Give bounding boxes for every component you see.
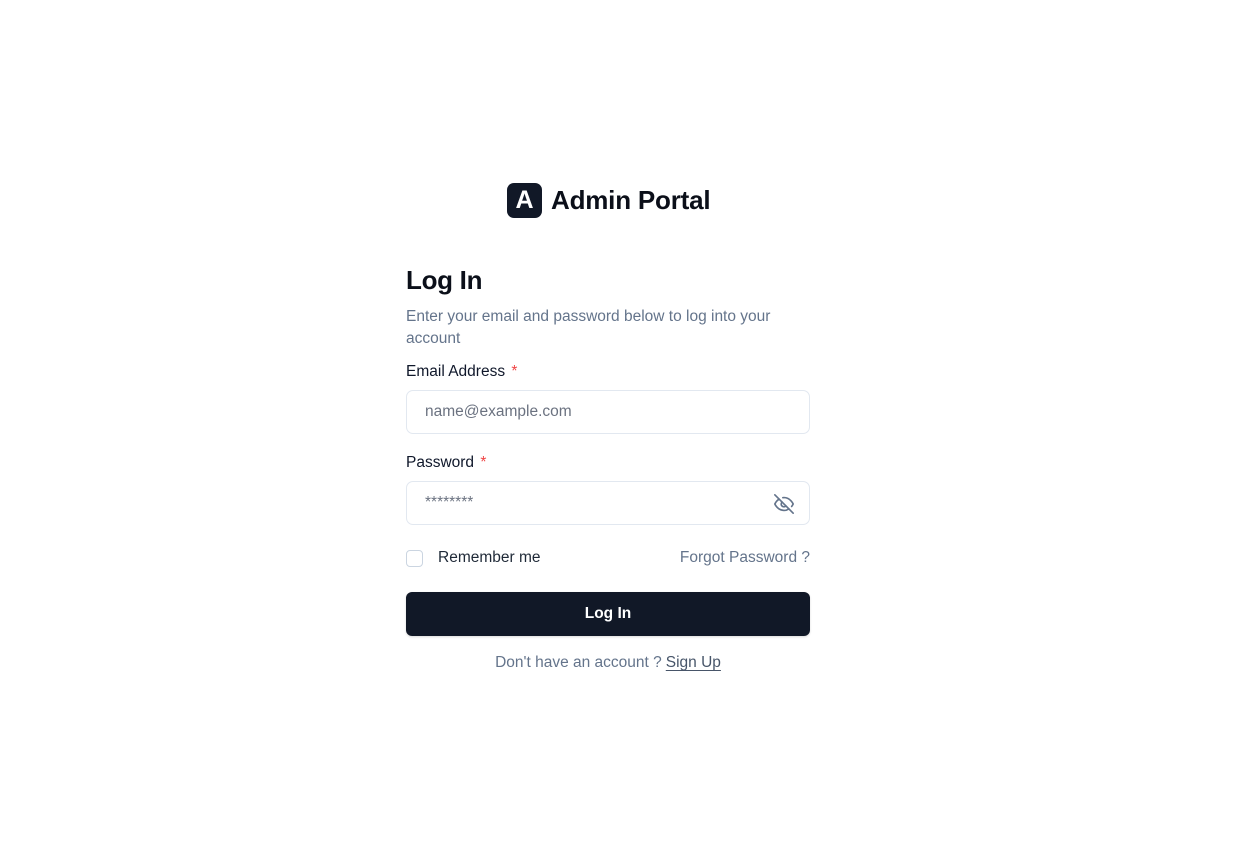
signup-prompt: Don't have an account ?: [495, 654, 662, 671]
email-label-text: Email Address: [406, 363, 506, 380]
email-required-mark: *: [511, 363, 518, 380]
login-button[interactable]: Log In: [406, 592, 810, 636]
forgot-password-link[interactable]: Forgot Password ?: [680, 549, 810, 567]
remember-me-label: Remember me: [438, 549, 541, 566]
page-title: Log In: [406, 265, 483, 295]
password-label-text: Password: [406, 454, 475, 471]
login-form: Log In Enter your email and password bel…: [406, 262, 810, 672]
password-label: Password *: [406, 453, 810, 473]
email-field[interactable]: [407, 391, 809, 433]
password-field-wrapper: [406, 481, 810, 525]
remember-me-checkbox[interactable]: [406, 549, 423, 567]
brand-logo: A: [507, 183, 542, 218]
signup-link[interactable]: Sign Up: [666, 654, 721, 671]
brand-name: Admin Portal: [551, 185, 711, 215]
eye-off-icon[interactable]: [773, 493, 795, 515]
password-required-mark: *: [480, 454, 487, 471]
page-subtitle: Enter your email and password below to l…: [406, 308, 771, 347]
email-label: Email Address *: [406, 362, 810, 382]
password-field[interactable]: [407, 482, 809, 524]
signup-row: Don't have an account ? Sign Up: [406, 654, 810, 672]
remember-me-toggle[interactable]: Remember me: [406, 549, 541, 567]
email-field-wrapper: [406, 390, 810, 434]
options-row: Remember me Forgot Password ?: [406, 547, 810, 569]
brand-header: A Admin Portal: [507, 183, 711, 218]
